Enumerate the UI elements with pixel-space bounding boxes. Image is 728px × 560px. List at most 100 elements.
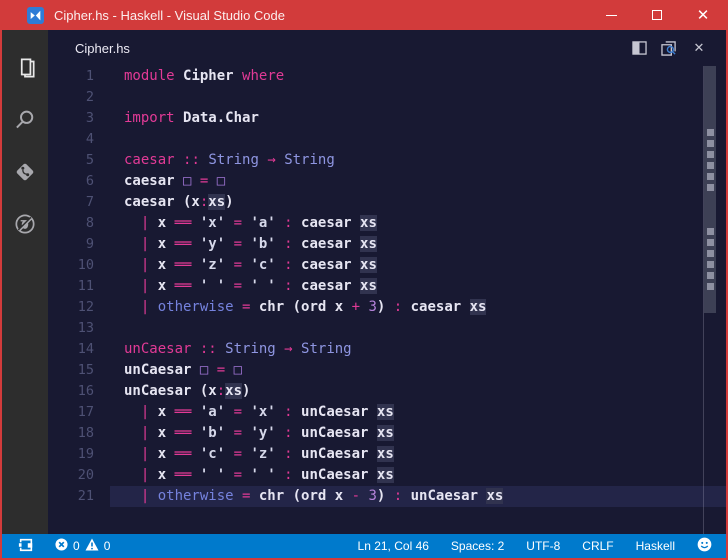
code-line-content[interactable]: module Cipher where	[110, 66, 726, 87]
line-number[interactable]: 5	[48, 150, 110, 171]
split-editor-icon[interactable]	[630, 39, 648, 57]
line-number[interactable]: 2	[48, 87, 110, 108]
line-number[interactable]: 19	[48, 444, 110, 465]
code-line[interactable]: 19 | x ══ 'c' = 'z' : unCaesar xs	[48, 444, 726, 465]
indentation[interactable]: Spaces: 2	[451, 539, 504, 553]
code-line-content[interactable]: caesar □ = □	[110, 171, 726, 192]
line-number[interactable]: 9	[48, 234, 110, 255]
status-bar: 0 0 Ln 21, Col 46 Spaces: 2 UTF-8 CRLF H…	[2, 534, 726, 558]
code-line-content[interactable]: import Data.Char	[110, 108, 726, 129]
vscode-logo-icon[interactable]	[27, 6, 44, 24]
code-line-content[interactable]	[110, 129, 726, 150]
code-line[interactable]: 11 | x ══ ' ' = ' ' : caesar xs	[48, 276, 726, 297]
line-number[interactable]: 14	[48, 339, 110, 360]
search-icon	[12, 107, 38, 138]
code-line[interactable]: 5 caesar :: String → String	[48, 150, 726, 171]
overview-ruler-mark	[707, 140, 714, 147]
code-line-content[interactable]: unCaesar (x:xs)	[110, 381, 726, 402]
layout-icon[interactable]	[18, 537, 34, 556]
tab-cipher-hs[interactable]: Cipher.hs	[75, 41, 130, 56]
code-token-hl: xs	[376, 425, 394, 441]
code-line[interactable]: 13	[48, 318, 726, 339]
code-line-content[interactable]	[110, 318, 726, 339]
sidebar-item-debug[interactable]	[2, 200, 48, 252]
problems-indicator[interactable]: 0 0	[55, 538, 110, 554]
code-line-content[interactable]: unCaesar □ = □	[110, 360, 726, 381]
line-number[interactable]: 8	[48, 213, 110, 234]
code-line-content[interactable]: unCaesar :: String → String	[110, 339, 726, 360]
code-line-content[interactable]: | otherwise = chr (ord x - 3) : unCaesar…	[110, 486, 726, 507]
line-number[interactable]: 17	[48, 402, 110, 423]
code-token-op: :	[284, 215, 302, 231]
code-line-content[interactable]: | x ══ 'x' = 'a' : caesar xs	[110, 213, 726, 234]
code-token-op: |	[124, 278, 158, 294]
line-number[interactable]: 7	[48, 192, 110, 213]
line-number[interactable]: 16	[48, 381, 110, 402]
maximize-button[interactable]	[634, 0, 680, 30]
overview-ruler-mark	[707, 184, 714, 191]
overview-ruler-mark	[707, 151, 714, 158]
code-line-content[interactable]	[110, 87, 726, 108]
code-line[interactable]: 12 | otherwise = chr (ord x + 3) : caesa…	[48, 297, 726, 318]
language-mode[interactable]: Haskell	[636, 539, 675, 553]
code-line[interactable]: 14 unCaesar :: String → String	[48, 339, 726, 360]
code-line[interactable]: 18 | x ══ 'b' = 'y' : unCaesar xs	[48, 423, 726, 444]
code-line[interactable]: 15 unCaesar □ = □	[48, 360, 726, 381]
code-line[interactable]: 17 | x ══ 'a' = 'x' : unCaesar xs	[48, 402, 726, 423]
code-token-fn: caesar	[124, 152, 184, 168]
line-number[interactable]: 6	[48, 171, 110, 192]
line-number[interactable]: 15	[48, 360, 110, 381]
code-line[interactable]: 20 | x ══ ' ' = ' ' : unCaesar xs	[48, 465, 726, 486]
sidebar-item-explorer[interactable]	[2, 44, 48, 96]
line-number[interactable]: 18	[48, 423, 110, 444]
code-token-op: |	[124, 488, 158, 504]
line-number[interactable]: 12	[48, 297, 110, 318]
feedback-smiley-icon[interactable]	[697, 537, 712, 555]
code-token-id: unCaesar	[301, 467, 377, 483]
code-line[interactable]: 2	[48, 87, 726, 108]
code-line[interactable]: 10 | x ══ 'z' = 'c' : caesar xs	[48, 255, 726, 276]
close-editor-icon[interactable]: ✕	[690, 39, 708, 57]
code-line-content[interactable]: | x ══ ' ' = ' ' : caesar xs	[110, 276, 726, 297]
close-button[interactable]: ✕	[680, 0, 726, 30]
code-line-content[interactable]: | x ══ 'c' = 'z' : unCaesar xs	[110, 444, 726, 465]
code-line-content[interactable]: | x ══ 'b' = 'y' : unCaesar xs	[110, 423, 726, 444]
cursor-position[interactable]: Ln 21, Col 46	[358, 539, 429, 553]
code-line[interactable]: 3 import Data.Char	[48, 108, 726, 129]
line-number[interactable]: 10	[48, 255, 110, 276]
code-token-str: 'c'	[250, 257, 285, 273]
code-line-content[interactable]: | x ══ 'y' = 'b' : caesar xs	[110, 234, 726, 255]
code-line-content[interactable]: caesar :: String → String	[110, 150, 726, 171]
code-token-str: 'a'	[191, 404, 234, 420]
code-line[interactable]: 1 module Cipher where	[48, 66, 726, 87]
open-preview-icon[interactable]	[660, 39, 678, 57]
overview-ruler-mark	[707, 173, 714, 180]
code-token-op: |	[124, 299, 158, 315]
code-line-content[interactable]: | otherwise = chr (ord x + 3) : caesar x…	[110, 297, 726, 318]
sidebar-item-source-control[interactable]	[2, 148, 48, 200]
code-line[interactable]: 4	[48, 129, 726, 150]
code-line[interactable]: 21 | otherwise = chr (ord x - 3) : unCae…	[48, 486, 726, 507]
encoding[interactable]: UTF-8	[526, 539, 560, 553]
code-token-id: chr (ord x	[258, 488, 352, 504]
line-number[interactable]: 3	[48, 108, 110, 129]
code-line[interactable]: 6 caesar □ = □	[48, 171, 726, 192]
line-number[interactable]: 1	[48, 66, 110, 87]
eol-sequence[interactable]: CRLF	[582, 539, 613, 553]
code-line-content[interactable]: caesar (x:xs)	[110, 192, 726, 213]
code-line[interactable]: 8 | x ══ 'x' = 'a' : caesar xs	[48, 213, 726, 234]
code-line-content[interactable]: | x ══ 'z' = 'c' : caesar xs	[110, 255, 726, 276]
line-number[interactable]: 11	[48, 276, 110, 297]
code-line[interactable]: 9 | x ══ 'y' = 'b' : caesar xs	[48, 234, 726, 255]
line-number[interactable]: 20	[48, 465, 110, 486]
minimize-button[interactable]	[588, 0, 634, 30]
code-line-content[interactable]: | x ══ ' ' = ' ' : unCaesar xs	[110, 465, 726, 486]
line-number[interactable]: 13	[48, 318, 110, 339]
code-token-op: ══	[174, 257, 192, 273]
line-number[interactable]: 21	[48, 486, 110, 507]
sidebar-item-search[interactable]	[2, 96, 48, 148]
code-line-content[interactable]: | x ══ 'a' = 'x' : unCaesar xs	[110, 402, 726, 423]
code-line[interactable]: 7 caesar (x:xs)	[48, 192, 726, 213]
line-number[interactable]: 4	[48, 129, 110, 150]
code-line[interactable]: 16 unCaesar (x:xs)	[48, 381, 726, 402]
